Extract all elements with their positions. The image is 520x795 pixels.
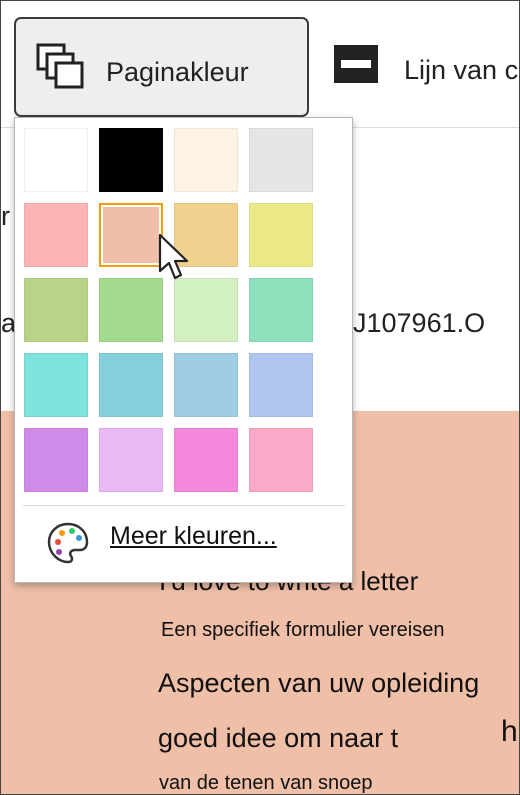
color-swatch-violet[interactable] (24, 428, 88, 492)
document-line: Aspecten van uw opleiding (158, 668, 480, 698)
ribbon: Paginakleur Lijn van c (1, 1, 519, 128)
color-swatch-light-gray[interactable] (249, 128, 313, 192)
document-text-fragment: h (501, 715, 518, 748)
mouse-cursor-icon (158, 233, 189, 280)
color-swatch-yellow[interactable] (249, 203, 313, 267)
color-swatch-sea-green[interactable] (249, 278, 313, 342)
color-swatch-rose[interactable] (249, 428, 313, 492)
color-swatch-olive-green[interactable] (24, 278, 88, 342)
document-text-fragment: J107961.O (353, 308, 486, 338)
color-swatch-mint[interactable] (174, 278, 238, 342)
document-line: Een specifiek formulier vereisen (161, 619, 445, 641)
dropdown-separator (23, 505, 345, 506)
line-numbers-icon[interactable] (334, 45, 378, 83)
color-swatch-sky-blue[interactable] (174, 353, 238, 417)
color-swatch-lavender[interactable] (99, 428, 163, 492)
color-swatch-green[interactable] (99, 278, 163, 342)
app-frame: r a J107961.O I'd love to write a letter… (0, 0, 520, 795)
page-color-icon (36, 43, 84, 89)
more-colors-button[interactable]: Meer kleuren... (15, 512, 352, 572)
page-color-label: Paginakleur (106, 57, 249, 87)
color-swatch-teal[interactable] (99, 353, 163, 417)
color-swatch-periwinkle[interactable] (249, 353, 313, 417)
page-color-dropdown: Meer kleuren... (14, 117, 353, 583)
more-colors-label: Meer kleuren... (110, 522, 277, 550)
line-numbers-button[interactable]: Lijn van c (404, 55, 518, 86)
color-swatch-peach[interactable] (99, 203, 163, 267)
color-swatch-black[interactable] (99, 128, 163, 192)
document-line: van de tenen van snoep (159, 772, 373, 794)
page-color-button[interactable]: Paginakleur (14, 17, 309, 117)
color-swatch-grid (24, 128, 324, 498)
color-swatch-cream[interactable] (174, 128, 238, 192)
color-swatch-pink[interactable] (24, 203, 88, 267)
color-swatch-white[interactable] (24, 128, 88, 192)
color-swatch-turquoise[interactable] (24, 353, 88, 417)
document-line: goed idee om naar t (158, 723, 399, 753)
color-swatch-magenta[interactable] (174, 428, 238, 492)
document-text-fragment: r (1, 201, 10, 231)
palette-icon (47, 522, 89, 564)
